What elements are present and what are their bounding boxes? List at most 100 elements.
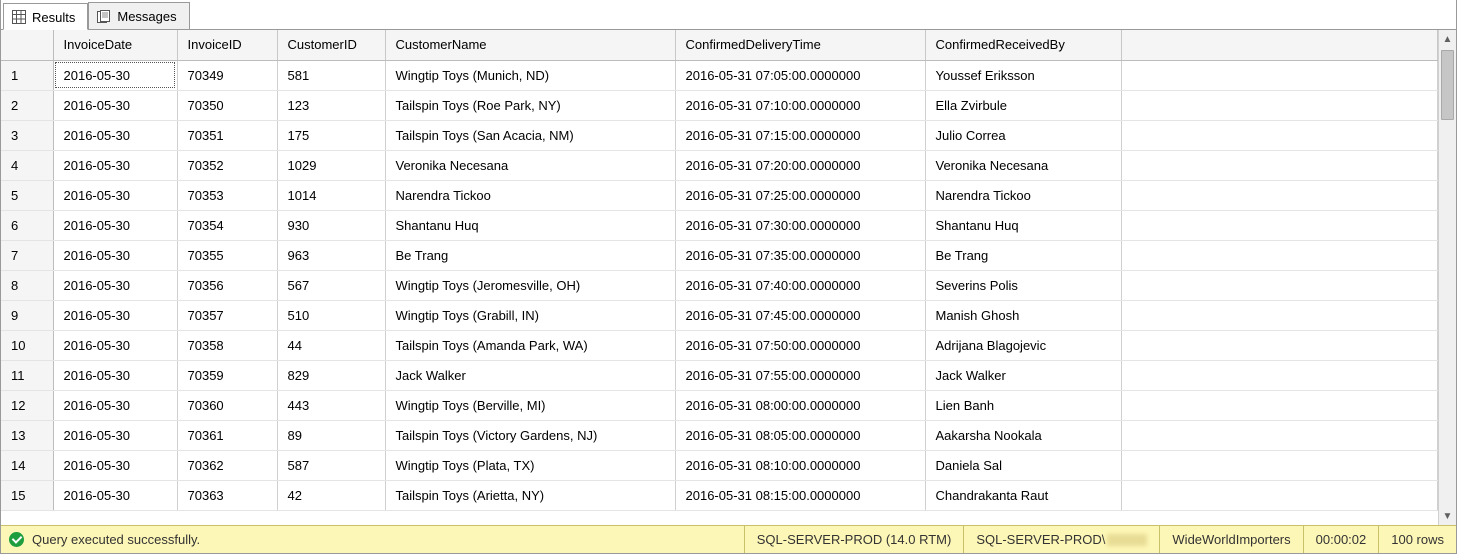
cell-invoicedate[interactable]: 2016-05-30 (53, 120, 177, 150)
cell-customername[interactable]: Be Trang (385, 240, 675, 270)
rownum-cell[interactable]: 6 (1, 210, 53, 240)
table-row[interactable]: 12016-05-3070349581Wingtip Toys (Munich,… (1, 60, 1438, 90)
cell-confirmedreceivedby[interactable]: Daniela Sal (925, 450, 1121, 480)
cell-confirmedreceivedby[interactable]: Adrijana Blagojevic (925, 330, 1121, 360)
cell-customerid[interactable]: 587 (277, 450, 385, 480)
cell-customername[interactable]: Shantanu Huq (385, 210, 675, 240)
cell-customername[interactable]: Wingtip Toys (Munich, ND) (385, 60, 675, 90)
rownum-cell[interactable]: 14 (1, 450, 53, 480)
cell-confirmeddeliverytime[interactable]: 2016-05-31 07:50:00.0000000 (675, 330, 925, 360)
table-row[interactable]: 92016-05-3070357510Wingtip Toys (Grabill… (1, 300, 1438, 330)
cell-customerid[interactable]: 44 (277, 330, 385, 360)
cell-confirmeddeliverytime[interactable]: 2016-05-31 07:40:00.0000000 (675, 270, 925, 300)
cell-customername[interactable]: Tailspin Toys (San Acacia, NM) (385, 120, 675, 150)
cell-invoiceid[interactable]: 70352 (177, 150, 277, 180)
header-customerid[interactable]: CustomerID (277, 30, 385, 60)
cell-invoiceid[interactable]: 70356 (177, 270, 277, 300)
cell-customername[interactable]: Narendra Tickoo (385, 180, 675, 210)
table-row[interactable]: 112016-05-3070359829Jack Walker2016-05-3… (1, 360, 1438, 390)
header-rownum[interactable] (1, 30, 53, 60)
cell-confirmeddeliverytime[interactable]: 2016-05-31 07:05:00.0000000 (675, 60, 925, 90)
header-invoicedate[interactable]: InvoiceDate (53, 30, 177, 60)
rownum-cell[interactable]: 12 (1, 390, 53, 420)
rownum-cell[interactable]: 4 (1, 150, 53, 180)
cell-invoicedate[interactable]: 2016-05-30 (53, 480, 177, 510)
cell-confirmeddeliverytime[interactable]: 2016-05-31 08:15:00.0000000 (675, 480, 925, 510)
results-grid[interactable]: InvoiceDate InvoiceID CustomerID Custome… (1, 30, 1438, 511)
cell-invoicedate[interactable]: 2016-05-30 (53, 360, 177, 390)
table-row[interactable]: 72016-05-3070355963Be Trang2016-05-31 07… (1, 240, 1438, 270)
header-confirmeddeliverytime[interactable]: ConfirmedDeliveryTime (675, 30, 925, 60)
cell-invoicedate[interactable]: 2016-05-30 (53, 300, 177, 330)
cell-customername[interactable]: Wingtip Toys (Grabill, IN) (385, 300, 675, 330)
cell-invoiceid[interactable]: 70361 (177, 420, 277, 450)
tab-results[interactable]: Results (3, 3, 88, 30)
table-row[interactable]: 142016-05-3070362587Wingtip Toys (Plata,… (1, 450, 1438, 480)
table-row[interactable]: 82016-05-3070356567Wingtip Toys (Jeromes… (1, 270, 1438, 300)
cell-customerid[interactable]: 123 (277, 90, 385, 120)
cell-customerid[interactable]: 89 (277, 420, 385, 450)
cell-customername[interactable]: Tailspin Toys (Arietta, NY) (385, 480, 675, 510)
cell-invoiceid[interactable]: 70357 (177, 300, 277, 330)
vertical-scrollbar[interactable]: ▲ ▼ (1438, 30, 1456, 525)
results-grid-scroll[interactable]: InvoiceDate InvoiceID CustomerID Custome… (1, 30, 1456, 525)
rownum-cell[interactable]: 2 (1, 90, 53, 120)
cell-confirmedreceivedby[interactable]: Shantanu Huq (925, 210, 1121, 240)
cell-confirmedreceivedby[interactable]: Be Trang (925, 240, 1121, 270)
cell-invoiceid[interactable]: 70362 (177, 450, 277, 480)
cell-customername[interactable]: Wingtip Toys (Plata, TX) (385, 450, 675, 480)
cell-confirmeddeliverytime[interactable]: 2016-05-31 07:25:00.0000000 (675, 180, 925, 210)
cell-invoiceid[interactable]: 70353 (177, 180, 277, 210)
rownum-cell[interactable]: 10 (1, 330, 53, 360)
cell-confirmedreceivedby[interactable]: Julio Correa (925, 120, 1121, 150)
rownum-cell[interactable]: 3 (1, 120, 53, 150)
cell-invoiceid[interactable]: 70354 (177, 210, 277, 240)
cell-confirmedreceivedby[interactable]: Severins Polis (925, 270, 1121, 300)
cell-invoiceid[interactable]: 70351 (177, 120, 277, 150)
scroll-track[interactable] (1439, 48, 1456, 507)
cell-customerid[interactable]: 175 (277, 120, 385, 150)
cell-customerid[interactable]: 510 (277, 300, 385, 330)
cell-customerid[interactable]: 1014 (277, 180, 385, 210)
cell-confirmeddeliverytime[interactable]: 2016-05-31 07:45:00.0000000 (675, 300, 925, 330)
cell-customerid[interactable]: 829 (277, 360, 385, 390)
rownum-cell[interactable]: 8 (1, 270, 53, 300)
cell-confirmeddeliverytime[interactable]: 2016-05-31 08:05:00.0000000 (675, 420, 925, 450)
cell-confirmeddeliverytime[interactable]: 2016-05-31 07:20:00.0000000 (675, 150, 925, 180)
cell-invoicedate[interactable]: 2016-05-30 (53, 210, 177, 240)
rownum-cell[interactable]: 5 (1, 180, 53, 210)
cell-confirmedreceivedby[interactable]: Ella Zvirbule (925, 90, 1121, 120)
cell-invoiceid[interactable]: 70363 (177, 480, 277, 510)
cell-confirmedreceivedby[interactable]: Youssef Eriksson (925, 60, 1121, 90)
cell-invoicedate[interactable]: 2016-05-30 (53, 240, 177, 270)
cell-confirmedreceivedby[interactable]: Manish Ghosh (925, 300, 1121, 330)
cell-confirmedreceivedby[interactable]: Jack Walker (925, 360, 1121, 390)
cell-invoicedate[interactable]: 2016-05-30 (53, 450, 177, 480)
cell-invoiceid[interactable]: 70350 (177, 90, 277, 120)
rownum-cell[interactable]: 7 (1, 240, 53, 270)
cell-customername[interactable]: Tailspin Toys (Amanda Park, WA) (385, 330, 675, 360)
cell-confirmeddeliverytime[interactable]: 2016-05-31 07:30:00.0000000 (675, 210, 925, 240)
cell-invoicedate[interactable]: 2016-05-30 (53, 180, 177, 210)
cell-confirmedreceivedby[interactable]: Veronika Necesana (925, 150, 1121, 180)
cell-invoicedate[interactable]: 2016-05-30 (53, 60, 177, 90)
table-row[interactable]: 42016-05-30703521029Veronika Necesana201… (1, 150, 1438, 180)
cell-confirmeddeliverytime[interactable]: 2016-05-31 07:15:00.0000000 (675, 120, 925, 150)
tab-messages[interactable]: Messages (88, 2, 189, 29)
cell-invoicedate[interactable]: 2016-05-30 (53, 420, 177, 450)
cell-invoicedate[interactable]: 2016-05-30 (53, 150, 177, 180)
table-row[interactable]: 132016-05-307036189Tailspin Toys (Victor… (1, 420, 1438, 450)
cell-confirmedreceivedby[interactable]: Lien Banh (925, 390, 1121, 420)
cell-customerid[interactable]: 443 (277, 390, 385, 420)
cell-customername[interactable]: Wingtip Toys (Jeromesville, OH) (385, 270, 675, 300)
rownum-cell[interactable]: 13 (1, 420, 53, 450)
table-row[interactable]: 152016-05-307036342Tailspin Toys (Ariett… (1, 480, 1438, 510)
cell-invoiceid[interactable]: 70360 (177, 390, 277, 420)
cell-customername[interactable]: Wingtip Toys (Berville, MI) (385, 390, 675, 420)
table-row[interactable]: 52016-05-30703531014Narendra Tickoo2016-… (1, 180, 1438, 210)
cell-customerid[interactable]: 567 (277, 270, 385, 300)
cell-invoiceid[interactable]: 70355 (177, 240, 277, 270)
cell-customername[interactable]: Tailspin Toys (Roe Park, NY) (385, 90, 675, 120)
cell-confirmedreceivedby[interactable]: Narendra Tickoo (925, 180, 1121, 210)
cell-invoiceid[interactable]: 70359 (177, 360, 277, 390)
